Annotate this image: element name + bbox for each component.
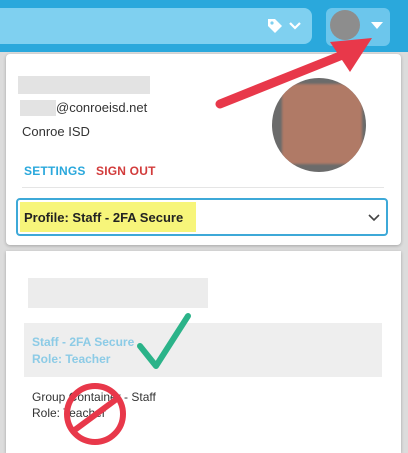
chevron-down-icon[interactable]: [288, 19, 302, 33]
list-item-selected[interactable]: [24, 323, 382, 377]
option-label: Staff - 2FA Secure: [32, 335, 135, 349]
email-suffix: @conroeisd.net: [56, 100, 148, 115]
redacted-name: [18, 76, 150, 94]
chevron-down-icon[interactable]: [368, 212, 380, 222]
profile-select[interactable]: Profile: Staff - 2FA Secure: [16, 198, 388, 236]
option-role: Role: Teacher: [32, 406, 106, 420]
avatar[interactable]: [330, 10, 360, 40]
organization-name: Conroe ISD: [22, 124, 90, 139]
profile-photo: [272, 78, 366, 172]
redacted-email-user: [20, 100, 56, 116]
caret-down-icon[interactable]: [371, 22, 383, 30]
option-role: Role: Teacher: [32, 352, 111, 366]
sign-out-link[interactable]: SIGN OUT: [96, 164, 156, 178]
top-bar: [0, 0, 408, 52]
option-label[interactable]: Group Container - Staff: [32, 390, 156, 404]
divider: [22, 187, 384, 188]
settings-link[interactable]: SETTINGS: [24, 164, 86, 178]
profile-select-value: Profile: Staff - 2FA Secure: [24, 210, 184, 225]
redacted-list-header: [28, 278, 208, 308]
tag-icon[interactable]: [266, 17, 284, 35]
